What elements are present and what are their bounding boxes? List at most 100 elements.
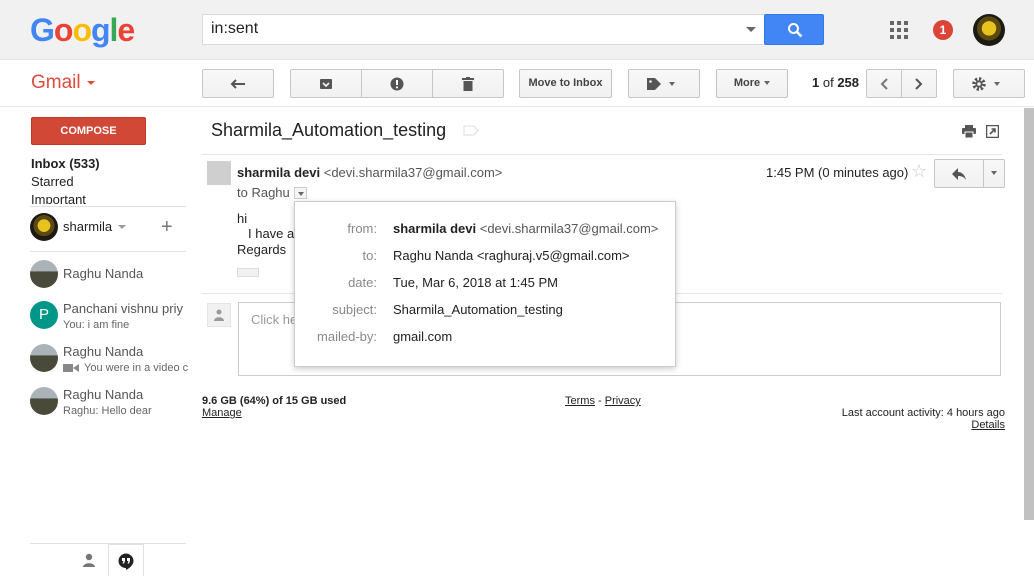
terms-link[interactable]: Terms <box>565 395 595 407</box>
sender-avatar <box>207 161 231 185</box>
more-actions-button[interactable] <box>983 159 1005 188</box>
body-line-1: hi <box>237 211 248 226</box>
chevron-down-icon <box>298 192 304 196</box>
reply-placeholder: Click he <box>251 312 298 327</box>
logo-letter: e <box>117 12 135 48</box>
contact-name: Panchani vishnu priy <box>63 301 183 316</box>
reply-button[interactable] <box>934 159 984 188</box>
sender-email: <devi.sharmila37@gmail.com> <box>323 165 503 180</box>
scrollbar[interactable] <box>1024 108 1034 520</box>
detail-from-email: <devi.sharmila37@gmail.com> <box>476 221 659 236</box>
more-label: More <box>733 77 761 89</box>
detail-label: date: <box>348 275 377 290</box>
apps-grid-icon[interactable] <box>890 21 908 39</box>
older-button[interactable] <box>901 69 937 98</box>
contact-raghu-nanda-hello[interactable]: Raghu Nanda Raghu: Hello dear <box>30 387 190 427</box>
show-details-button[interactable] <box>294 187 307 199</box>
open-in-new-window-icon[interactable] <box>986 125 999 138</box>
archive-button[interactable] <box>290 69 362 98</box>
gear-icon <box>972 76 1001 91</box>
detail-value: Raghu Nanda <raghuraj.v5@gmail.com> <box>393 248 630 263</box>
hangouts-quote-icon <box>118 553 134 570</box>
contact-avatar-initial: P <box>30 301 58 329</box>
pagination-of: of <box>822 75 834 90</box>
star-icon[interactable]: ☆ <box>911 162 927 180</box>
contact-panchani[interactable]: P Panchani vishnu priy You: i am fine <box>30 301 190 341</box>
detail-label: mailed-by: <box>317 329 377 344</box>
hangouts-tab[interactable] <box>108 544 144 576</box>
hangouts-user[interactable]: sharmila + <box>30 210 186 250</box>
account-avatar[interactable] <box>973 14 1005 46</box>
nav-starred[interactable]: Starred <box>31 174 74 189</box>
detail-label: to: <box>362 248 377 263</box>
label-marker-icon[interactable] <box>463 125 479 136</box>
print-icon[interactable] <box>962 125 976 138</box>
person-icon <box>214 309 224 321</box>
manage-storage-link-wrap: Manage <box>202 407 242 419</box>
sender-name[interactable]: sharmila devi <box>237 165 320 180</box>
top-bar: Google 1 <box>0 0 1034 60</box>
pagination-total: 258 <box>837 75 860 90</box>
contact-last-message: Raghu: Hello dear <box>63 405 152 417</box>
search-options-chevron-down-icon[interactable] <box>746 27 756 32</box>
logo-letter: g <box>90 12 111 48</box>
chevron-down-icon <box>991 171 997 176</box>
contact-last-message: You: i am fine <box>63 319 130 331</box>
detail-value: Tue, Mar 6, 2018 at 1:45 PM <box>393 275 558 290</box>
last-account-activity: Last account activity: 4 hours ago <box>841 407 1005 419</box>
email-time: 1:45 PM (0 minutes ago) <box>766 165 909 180</box>
delete-button[interactable] <box>432 69 504 98</box>
hangouts-user-avatar <box>30 213 58 241</box>
back-arrow-icon <box>230 78 245 89</box>
search-input[interactable] <box>211 20 711 38</box>
newer-button[interactable] <box>866 69 902 98</box>
detail-row-from: from: sharmila devi <devi.sharmila37@gma… <box>295 221 677 241</box>
pagination-current: 1 <box>812 75 820 90</box>
gmail-app-switcher[interactable]: Gmail <box>31 72 95 94</box>
nav-inbox[interactable]: Inbox (533) <box>31 156 100 171</box>
report-spam-button[interactable] <box>361 69 433 98</box>
show-trimmed-content-button[interactable] <box>237 268 259 277</box>
nav-important-clip: Important <box>31 192 181 204</box>
report-spam-icon <box>390 77 404 90</box>
manage-storage-link[interactable]: Manage <box>202 407 242 419</box>
search-box[interactable] <box>202 14 765 45</box>
search-button[interactable] <box>764 14 824 45</box>
back-button[interactable] <box>202 69 274 98</box>
detail-value: Sharmila_Automation_testing <box>393 302 563 317</box>
contacts-person-icon[interactable] <box>82 553 96 567</box>
chevron-down-icon[interactable] <box>118 225 126 229</box>
chevron-down-icon <box>764 81 771 86</box>
contact-avatar <box>30 387 58 415</box>
chevron-right-icon <box>915 77 923 90</box>
move-to-inbox-button[interactable]: Move to Inbox <box>519 69 612 98</box>
activity-details-link[interactable]: Details <box>971 419 1005 431</box>
more-button[interactable]: More <box>716 69 788 98</box>
logo-letter: o <box>72 12 92 48</box>
body-line-2: I have a <box>248 226 295 241</box>
detail-value: sharmila devi <devi.sharmila37@gmail.com… <box>393 221 658 236</box>
body-line-3: Regards <box>237 242 287 257</box>
trash-icon <box>462 76 474 91</box>
notification-badge[interactable]: 1 <box>933 20 953 40</box>
gmail-label: Gmail <box>31 72 81 93</box>
terms-separator: - <box>594 395 605 407</box>
email-subject: Sharmila_Automation_testing <box>211 120 447 140</box>
contact-raghu-nanda[interactable]: Raghu Nanda <box>30 260 190 300</box>
privacy-link[interactable]: Privacy <box>605 395 641 407</box>
google-logo[interactable]: Google <box>30 12 135 48</box>
detail-row-subject: subject: Sharmila_Automation_testing <box>295 302 677 322</box>
reply-icon <box>952 167 966 180</box>
contact-raghu-nanda-video[interactable]: Raghu Nanda You were in a video c <box>30 344 190 384</box>
add-contact-plus-icon[interactable]: + <box>161 217 173 237</box>
detail-row-date: date: Tue, Mar 6, 2018 at 1:45 PM <box>295 275 677 295</box>
compose-button[interactable]: COMPOSE <box>31 117 146 145</box>
sender-line: sharmila devi <devi.sharmila37@gmail.com… <box>237 165 502 180</box>
contact-avatar <box>30 260 58 288</box>
contact-name: Raghu Nanda <box>63 344 144 359</box>
hangouts-user-name: sharmila <box>63 219 113 234</box>
logo-letter: l <box>109 12 119 48</box>
settings-button[interactable] <box>953 69 1025 98</box>
nav-important[interactable]: Important <box>31 192 181 204</box>
labels-button[interactable] <box>628 69 700 98</box>
